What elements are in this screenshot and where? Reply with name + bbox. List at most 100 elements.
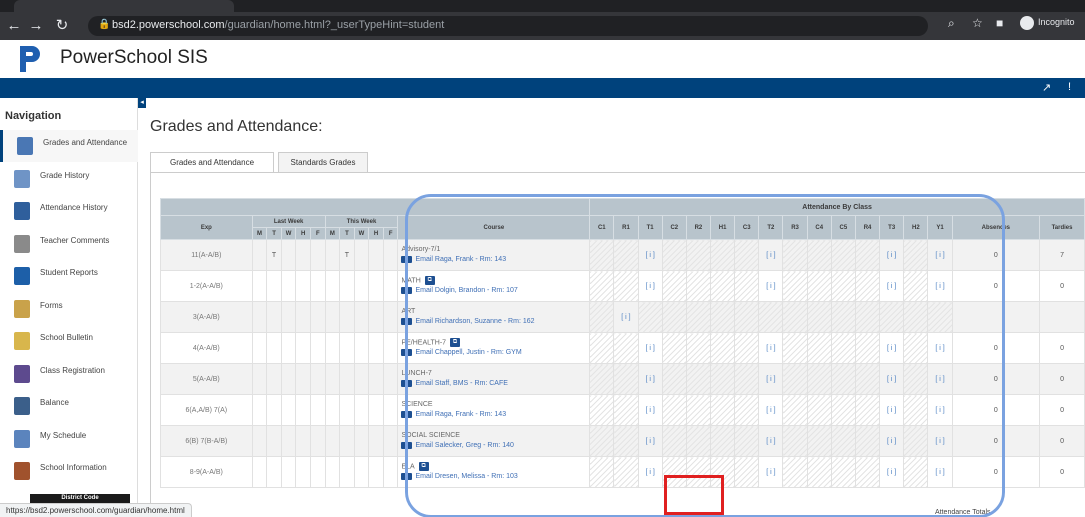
sidebar-item-student-reports[interactable]: Student Reports bbox=[0, 260, 138, 292]
back-arrow-icon[interactable]: ← bbox=[4, 16, 24, 36]
reload-icon[interactable]: ↻ bbox=[52, 16, 72, 36]
tardies-cell[interactable] bbox=[1039, 301, 1085, 333]
this-week-day-cell[interactable] bbox=[324, 425, 341, 457]
last-week-day-cell[interactable] bbox=[295, 301, 311, 333]
last-week-day-cell[interactable] bbox=[251, 301, 268, 333]
last-week-day-cell[interactable] bbox=[309, 394, 326, 426]
last-week-day-cell[interactable] bbox=[309, 301, 326, 333]
this-week-day-cell[interactable] bbox=[368, 425, 384, 457]
this-week-day-cell[interactable] bbox=[324, 239, 341, 271]
external-link-icon[interactable]: ↗ bbox=[1042, 81, 1051, 94]
this-week-day-cell[interactable] bbox=[382, 301, 399, 333]
this-week-day-cell[interactable] bbox=[368, 363, 384, 395]
last-week-day-cell[interactable] bbox=[266, 394, 282, 426]
forward-arrow-icon[interactable]: → bbox=[26, 16, 46, 36]
this-week-day-cell[interactable] bbox=[382, 425, 399, 457]
last-week-day-cell[interactable] bbox=[280, 332, 297, 364]
last-week-day-cell[interactable] bbox=[295, 394, 311, 426]
this-week-day-cell[interactable] bbox=[324, 332, 341, 364]
tardies-cell[interactable]: 0 bbox=[1039, 394, 1085, 426]
this-week-day-cell[interactable] bbox=[324, 301, 341, 333]
this-week-day-cell[interactable] bbox=[368, 332, 384, 364]
this-week-day-cell[interactable] bbox=[382, 332, 399, 364]
this-week-day-cell[interactable] bbox=[324, 363, 341, 395]
collapse-sidebar-icon[interactable]: ◂ bbox=[138, 98, 146, 108]
sidebar-item-grade-history[interactable]: Grade History bbox=[0, 163, 138, 195]
last-week-day-cell[interactable] bbox=[280, 425, 297, 457]
this-week-day-cell[interactable] bbox=[353, 456, 370, 488]
last-week-day-cell[interactable] bbox=[280, 239, 297, 271]
tardies-cell[interactable]: 0 bbox=[1039, 270, 1085, 302]
browser-tab[interactable] bbox=[14, 0, 234, 12]
this-week-day-cell[interactable] bbox=[353, 301, 370, 333]
sidebar-item-school-information[interactable]: School Information bbox=[0, 455, 138, 487]
info-icon[interactable]: ! bbox=[1068, 81, 1071, 93]
sidebar-item-forms[interactable]: Forms bbox=[0, 293, 138, 325]
sidebar-item-class-registration[interactable]: Class Registration bbox=[0, 358, 138, 390]
last-week-day-cell[interactable] bbox=[251, 270, 268, 302]
incognito-profile-icon[interactable] bbox=[1020, 16, 1034, 30]
last-week-day-cell[interactable] bbox=[295, 239, 311, 271]
this-week-day-cell[interactable] bbox=[353, 270, 370, 302]
tardies-cell[interactable]: 0 bbox=[1039, 332, 1085, 364]
last-week-day-cell[interactable] bbox=[295, 456, 311, 488]
last-week-day-cell[interactable]: T bbox=[266, 239, 282, 271]
this-week-day-cell[interactable] bbox=[339, 363, 355, 395]
last-week-day-cell[interactable] bbox=[309, 332, 326, 364]
sidebar-item-school-bulletin[interactable]: School Bulletin bbox=[0, 325, 138, 357]
last-week-day-cell[interactable] bbox=[266, 301, 282, 333]
this-week-day-cell[interactable] bbox=[382, 394, 399, 426]
last-week-day-cell[interactable] bbox=[266, 425, 282, 457]
last-week-day-cell[interactable] bbox=[251, 425, 268, 457]
window-icon[interactable]: ■ bbox=[996, 16, 1003, 30]
this-week-day-cell[interactable] bbox=[368, 394, 384, 426]
this-week-day-cell[interactable] bbox=[353, 332, 370, 364]
this-week-day-cell[interactable] bbox=[353, 363, 370, 395]
this-week-day-cell[interactable] bbox=[324, 270, 341, 302]
this-week-day-cell[interactable] bbox=[382, 363, 399, 395]
sidebar-item-balance[interactable]: Balance bbox=[0, 390, 138, 422]
this-week-day-cell[interactable] bbox=[324, 456, 341, 488]
bookmark-star-icon[interactable]: ☆ bbox=[972, 16, 983, 30]
tardies-cell[interactable]: 0 bbox=[1039, 425, 1085, 457]
last-week-day-cell[interactable] bbox=[280, 270, 297, 302]
tab-standards-grades[interactable]: Standards Grades bbox=[278, 152, 368, 172]
search-icon[interactable]: ⌕ bbox=[948, 16, 955, 31]
last-week-day-cell[interactable] bbox=[295, 425, 311, 457]
last-week-day-cell[interactable] bbox=[251, 456, 268, 488]
sidebar-item-grades-and-attendance[interactable]: Grades and Attendance bbox=[0, 130, 138, 162]
last-week-day-cell[interactable] bbox=[251, 394, 268, 426]
tardies-cell[interactable]: 0 bbox=[1039, 363, 1085, 395]
last-week-day-cell[interactable] bbox=[309, 270, 326, 302]
this-week-day-cell[interactable] bbox=[368, 456, 384, 488]
last-week-day-cell[interactable] bbox=[280, 363, 297, 395]
last-week-day-cell[interactable] bbox=[251, 332, 268, 364]
this-week-day-cell[interactable] bbox=[382, 456, 399, 488]
this-week-day-cell[interactable] bbox=[353, 425, 370, 457]
last-week-day-cell[interactable] bbox=[309, 425, 326, 457]
last-week-day-cell[interactable] bbox=[251, 363, 268, 395]
sidebar-item-teacher-comments[interactable]: Teacher Comments bbox=[0, 228, 138, 260]
address-bar[interactable]: 🔒 bsd2.powerschool.com/guardian/home.htm… bbox=[88, 16, 928, 36]
last-week-day-cell[interactable] bbox=[295, 270, 311, 302]
tab-grades-and-attendance[interactable]: Grades and Attendance bbox=[150, 152, 274, 173]
last-week-day-cell[interactable] bbox=[309, 239, 326, 271]
last-week-day-cell[interactable] bbox=[309, 456, 326, 488]
last-week-day-cell[interactable] bbox=[280, 394, 297, 426]
tardies-cell[interactable]: 0 bbox=[1039, 456, 1085, 488]
last-week-day-cell[interactable] bbox=[266, 363, 282, 395]
last-week-day-cell[interactable] bbox=[280, 456, 297, 488]
this-week-day-cell[interactable] bbox=[368, 270, 384, 302]
last-week-day-cell[interactable] bbox=[266, 270, 282, 302]
this-week-day-cell[interactable] bbox=[353, 394, 370, 426]
last-week-day-cell[interactable] bbox=[251, 239, 268, 271]
this-week-day-cell[interactable] bbox=[339, 301, 355, 333]
this-week-day-cell[interactable]: T bbox=[339, 239, 355, 271]
last-week-day-cell[interactable] bbox=[309, 363, 326, 395]
this-week-day-cell[interactable] bbox=[382, 270, 399, 302]
this-week-day-cell[interactable] bbox=[324, 394, 341, 426]
last-week-day-cell[interactable] bbox=[295, 332, 311, 364]
this-week-day-cell[interactable] bbox=[339, 425, 355, 457]
this-week-day-cell[interactable] bbox=[368, 301, 384, 333]
last-week-day-cell[interactable] bbox=[266, 332, 282, 364]
